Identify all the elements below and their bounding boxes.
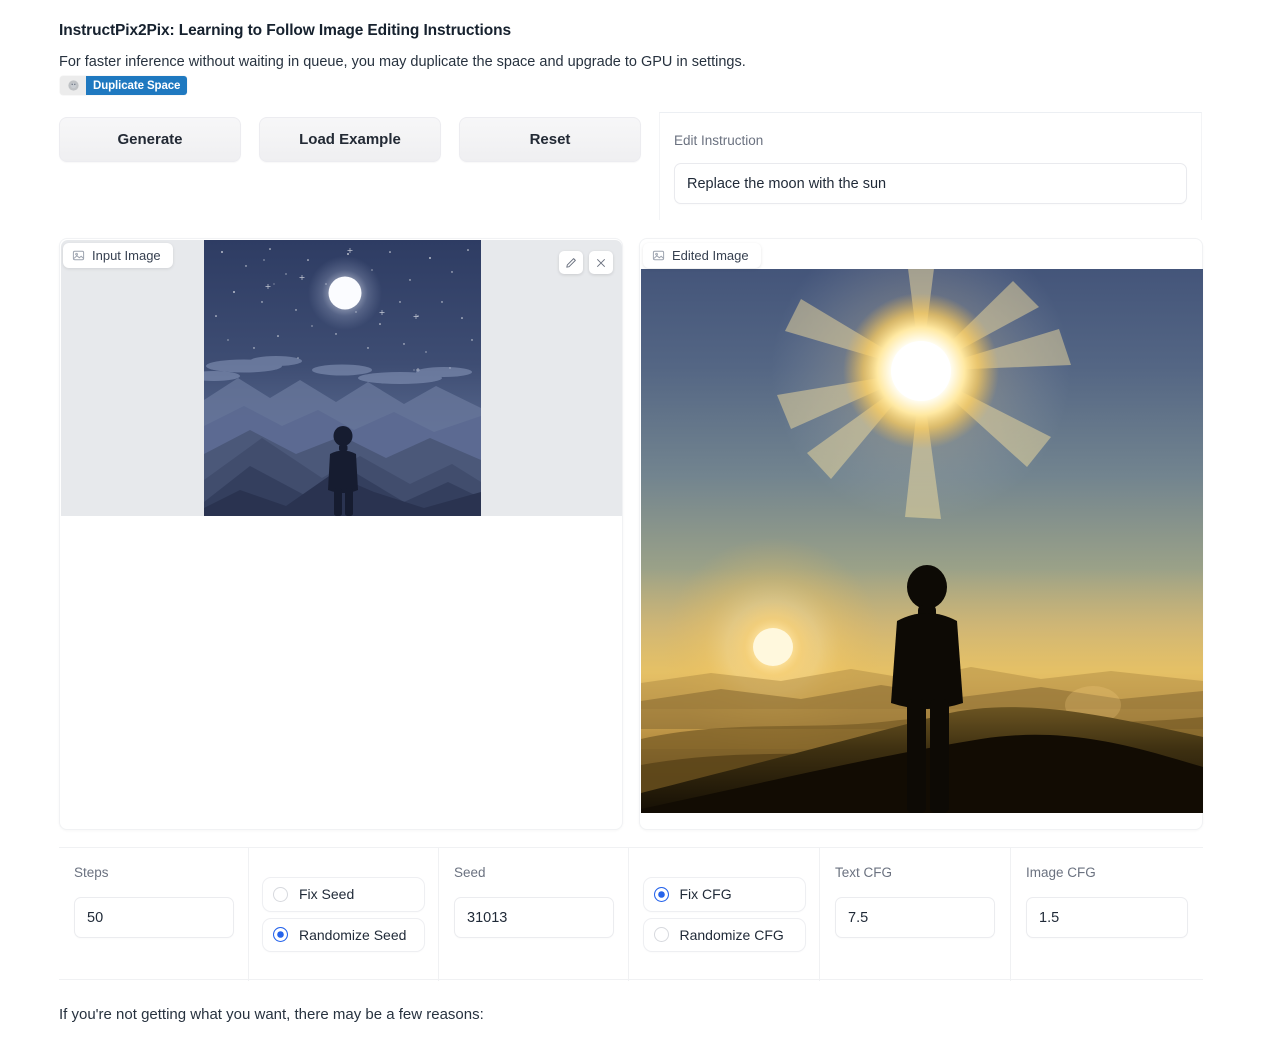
page-title: InstructPix2Pix: Learning to Follow Imag… [59,22,511,40]
radio-dot-icon [273,927,288,942]
input-image-stage [61,240,622,516]
radio-randomize-cfg[interactable]: Randomize CFG [643,918,806,952]
input-image-panel: Input Image [59,238,623,830]
radio-fix-seed-label: Fix Seed [299,885,354,903]
image-cfg-label: Image CFG [1026,865,1096,880]
generate-button[interactable]: Generate [59,117,241,162]
radio-fix-seed[interactable]: Fix Seed [262,877,425,911]
edit-image-button[interactable] [559,251,583,274]
seed-mode-radio-group: Fix Seed Randomize Seed [249,848,438,981]
text-cfg-input[interactable] [835,897,995,938]
input-image[interactable] [204,240,481,516]
footer-note: If you're not getting what you want, the… [59,1006,484,1023]
seed-cell: Seed [439,848,629,981]
input-image-tab-label: Input Image [92,248,161,263]
text-cfg-label: Text CFG [835,865,892,880]
edited-image-tab-label: Edited Image [672,248,749,263]
image-cfg-input[interactable] [1026,897,1188,938]
image-icon [72,249,85,262]
steps-input[interactable] [74,897,234,938]
edit-instruction-block: Edit Instruction [659,112,1202,220]
clear-image-button[interactable] [589,251,613,274]
radio-dot-icon [654,887,669,902]
edit-instruction-input[interactable] [674,163,1187,204]
input-image-tools [559,251,613,274]
radio-fix-cfg-label: Fix CFG [680,885,732,903]
radio-randomize-seed-label: Randomize Seed [299,926,406,944]
huggingface-logo-icon [60,76,86,95]
text-cfg-cell: Text CFG [820,848,1011,981]
page-subtitle: For faster inference without waiting in … [59,54,746,70]
seed-label: Seed [454,865,486,880]
steps-cell: Steps [59,848,249,981]
radio-randomize-cfg-label: Randomize CFG [680,926,784,944]
reset-button[interactable]: Reset [459,117,641,162]
radio-randomize-seed[interactable]: Randomize Seed [262,918,425,952]
edited-image[interactable] [641,269,1203,813]
close-icon [595,257,607,269]
radio-fix-cfg[interactable]: Fix CFG [643,877,806,911]
cfg-mode-radio-group: Fix CFG Randomize CFG [629,848,819,981]
edited-image-panel: Edited Image [639,238,1203,830]
steps-label: Steps [74,865,109,880]
image-icon [652,249,665,262]
cfg-mode-cell: Fix CFG Randomize CFG [629,848,820,981]
duplicate-space-label: Duplicate Space [86,76,187,95]
image-cfg-cell: Image CFG [1011,848,1202,981]
radio-dot-icon [654,927,669,942]
app-root: InstructPix2Pix: Learning to Follow Imag… [0,0,1280,1049]
edit-instruction-label: Edit Instruction [674,133,763,148]
load-example-button[interactable]: Load Example [259,117,441,162]
pencil-icon [565,257,577,269]
input-image-tab: Input Image [63,243,173,268]
seed-mode-cell: Fix Seed Randomize Seed [249,848,439,981]
seed-input[interactable] [454,897,614,938]
radio-dot-icon [273,887,288,902]
settings-bar: Steps Fix Seed Randomize Seed Seed [59,847,1203,980]
duplicate-space-badge[interactable]: Duplicate Space [60,76,187,95]
edited-image-tab: Edited Image [643,243,761,268]
